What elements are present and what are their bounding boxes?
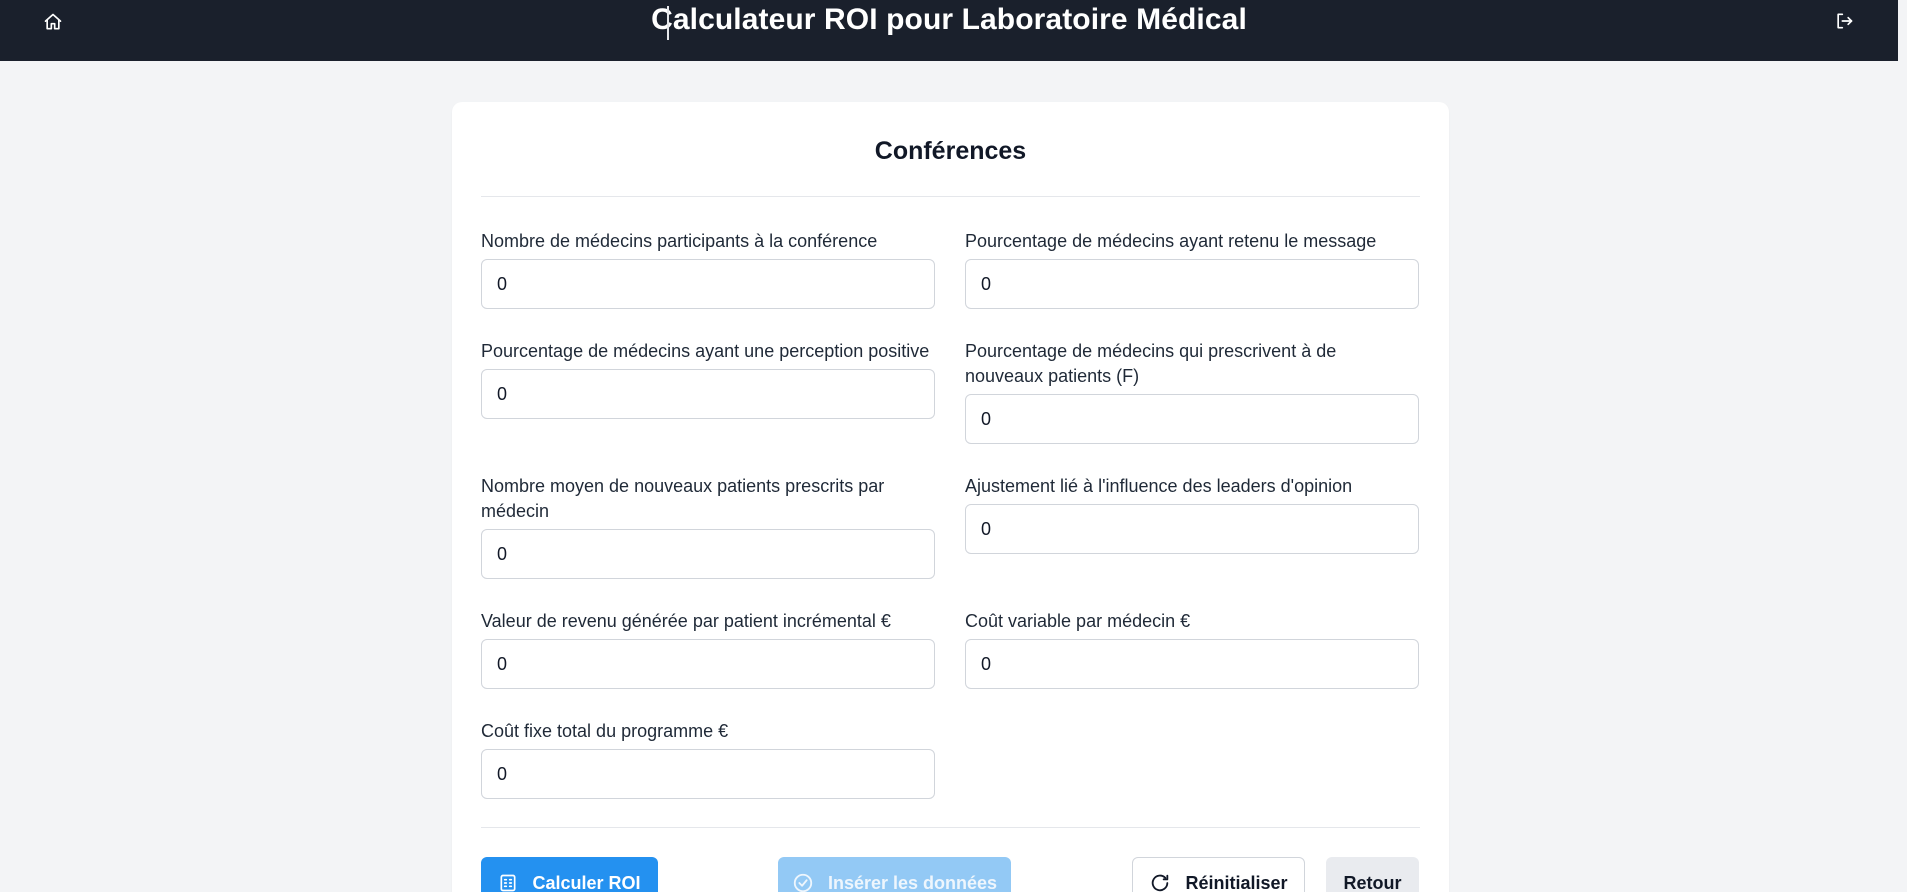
field-cout-variable: Coût variable par médecin €	[965, 609, 1419, 689]
field-pct-retenu: Pourcentage de médecins ayant retenu le …	[965, 229, 1419, 309]
calculator-icon	[498, 873, 518, 892]
top-navbar: Calculateur ROI pour Laboratoire Médical	[0, 0, 1898, 61]
actions-divider	[481, 827, 1420, 828]
pct-prescrivent-input[interactable]	[965, 394, 1419, 444]
reset-label: Réinitialiser	[1185, 872, 1288, 892]
field-pct-prescrivent: Pourcentage de médecins qui prescrivent …	[965, 339, 1419, 444]
calculate-roi-button[interactable]: Calculer ROI	[481, 857, 658, 892]
field-ajustement-leaders: Ajustement lié à l'influence des leaders…	[965, 474, 1419, 554]
heading-divider	[481, 196, 1420, 197]
refresh-icon	[1149, 872, 1171, 892]
field-nb-medecins: Nombre de médecins participants à la con…	[481, 229, 935, 309]
cout-variable-input[interactable]	[965, 639, 1419, 689]
field-label: Coût fixe total du programme €	[481, 721, 729, 741]
pct-retenu-input[interactable]	[965, 259, 1419, 309]
form-card: Conférences Nombre de médecins participa…	[452, 102, 1449, 892]
back-label: Retour	[1343, 872, 1402, 892]
cout-fixe-input[interactable]	[481, 749, 935, 799]
field-label: Pourcentage de médecins ayant une percep…	[481, 341, 930, 361]
field-label: Pourcentage de médecins ayant retenu le …	[965, 231, 1377, 251]
field-nb-moyen-patients: Nombre moyen de nouveaux patients prescr…	[481, 474, 935, 579]
text-cursor	[667, 6, 669, 40]
field-pct-perception: Pourcentage de médecins ayant une percep…	[481, 339, 935, 419]
ajustement-leaders-input[interactable]	[965, 504, 1419, 554]
app-title: Calculateur ROI pour Laboratoire Médical	[651, 3, 1247, 36]
reset-button[interactable]: Réinitialiser	[1132, 857, 1305, 892]
nb-medecins-input[interactable]	[481, 259, 935, 309]
pct-perception-input[interactable]	[481, 369, 935, 419]
back-button[interactable]: Retour	[1326, 857, 1419, 892]
scrollbar[interactable]	[1898, 0, 1907, 892]
calculate-roi-label: Calculer ROI	[532, 872, 641, 892]
field-label: Coût variable par médecin €	[965, 611, 1191, 631]
form-heading: Conférences	[874, 137, 1027, 165]
field-valeur-revenu: Valeur de revenu générée par patient inc…	[481, 609, 935, 689]
field-label: Nombre de médecins participants à la con…	[481, 231, 878, 251]
valeur-revenu-input[interactable]	[481, 639, 935, 689]
logout-icon[interactable]	[1832, 9, 1856, 33]
insert-data-button[interactable]: Insérer les données	[778, 857, 1011, 892]
field-cout-fixe: Coût fixe total du programme €	[481, 719, 935, 799]
check-circle-icon	[792, 872, 814, 892]
field-label: Pourcentage de médecins qui prescrivent …	[965, 341, 1337, 386]
field-label: Ajustement lié à l'influence des leaders…	[965, 476, 1353, 496]
nb-moyen-patients-input[interactable]	[481, 529, 935, 579]
field-label: Nombre moyen de nouveaux patients prescr…	[481, 476, 885, 521]
field-label: Valeur de revenu générée par patient inc…	[481, 611, 891, 631]
insert-data-label: Insérer les données	[827, 872, 998, 892]
